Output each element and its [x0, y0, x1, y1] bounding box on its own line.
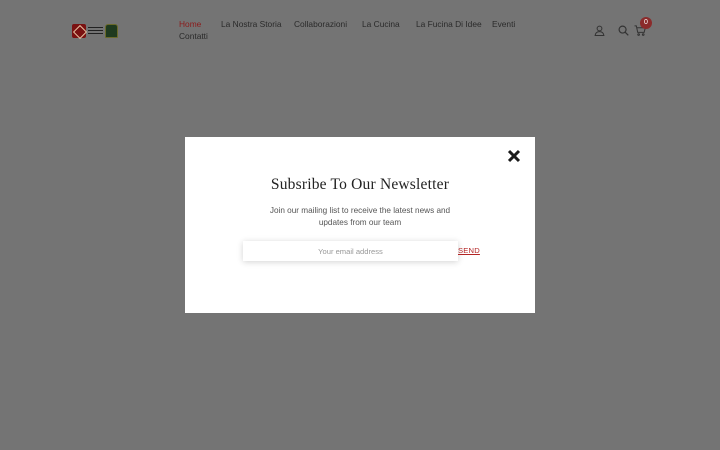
nav-item-home[interactable]: Home — [179, 19, 201, 30]
logo-text — [88, 26, 103, 36]
logo-mark — [72, 23, 86, 38]
nav-item-contatti[interactable]: Contatti — [179, 31, 208, 42]
nav-item-eventi[interactable]: Eventi — [492, 19, 515, 30]
popup-description: Join our mailing list to receive the lat… — [269, 206, 451, 227]
logo-badge — [105, 23, 118, 38]
nav-item-la-cucina[interactable]: La Cucina — [362, 19, 400, 30]
close-icon[interactable] — [506, 148, 522, 164]
cart-count-badge: 0 — [640, 17, 652, 29]
email-field[interactable] — [243, 241, 458, 261]
nav-item-collaborazioni[interactable]: Collaborazioni — [294, 19, 347, 30]
newsletter-popup: Subsribe To Our Newsletter Join our mail… — [185, 137, 535, 313]
search-icon[interactable] — [618, 25, 629, 36]
popup-title: Subsribe To Our Newsletter — [270, 176, 450, 193]
nav-item-la-nostra-storia[interactable]: La Nostra Storia — [221, 19, 282, 30]
send-button[interactable]: SEND — [458, 246, 480, 255]
site-logo[interactable] — [72, 22, 118, 39]
user-icon[interactable] — [594, 25, 605, 36]
nav-item-la-fucina-di-idee[interactable]: La Fucina Di Idee — [416, 19, 482, 30]
